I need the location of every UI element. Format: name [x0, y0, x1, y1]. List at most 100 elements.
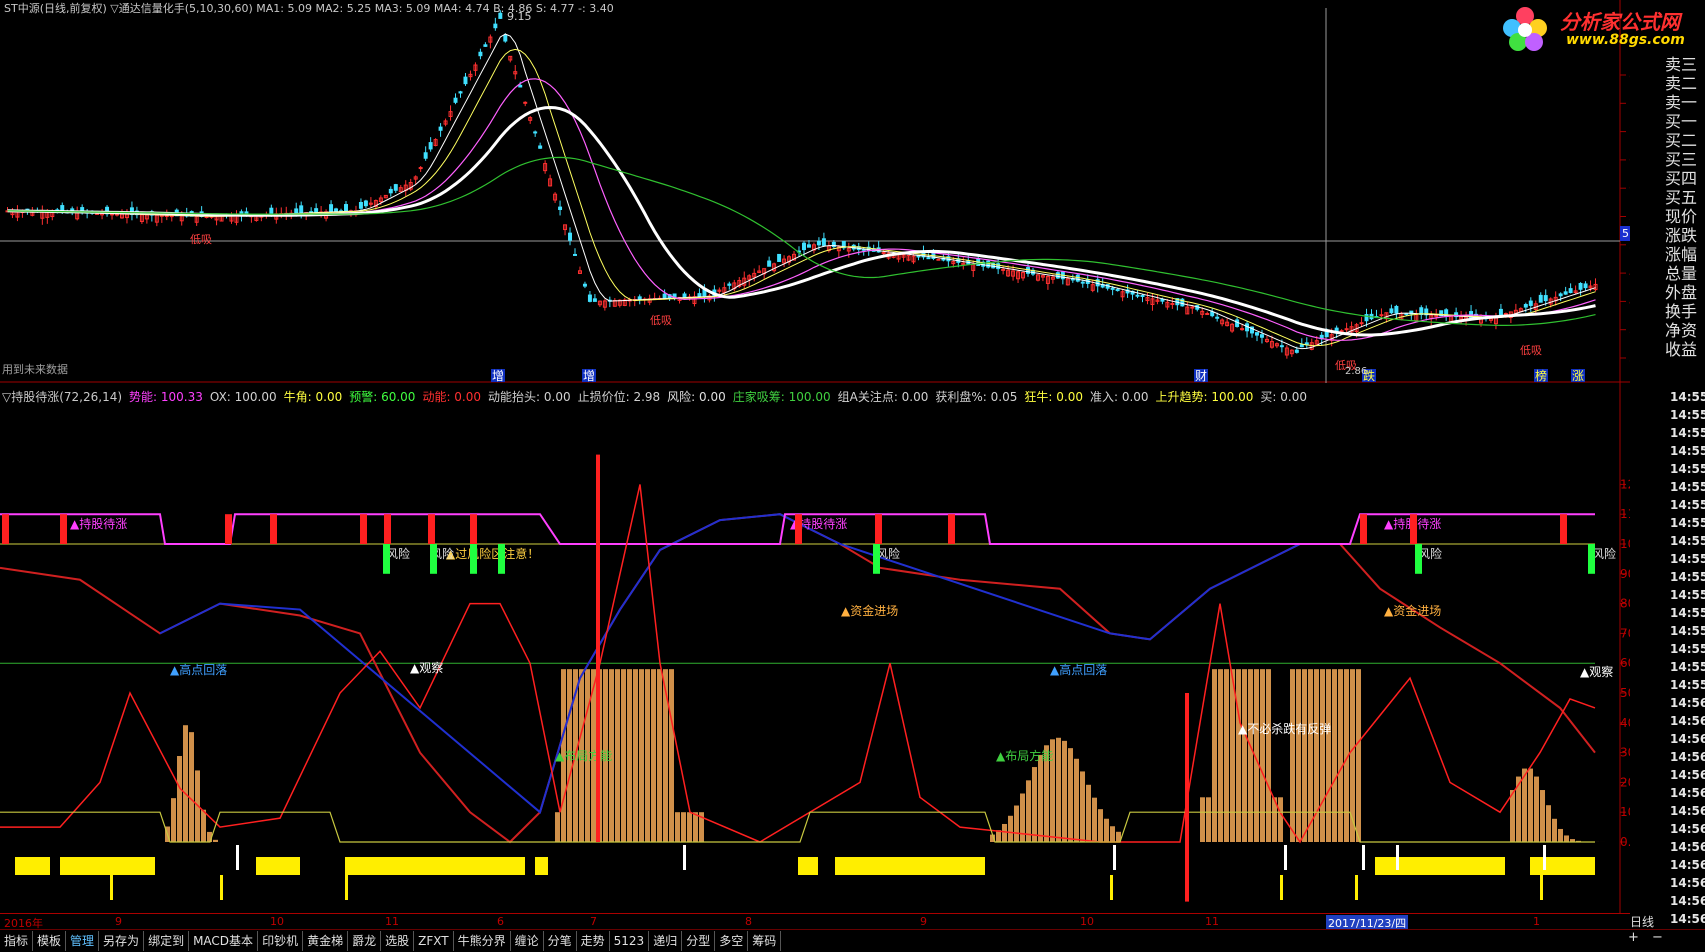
volume-bar	[1338, 669, 1343, 842]
indicator-title: ▽持股待涨(72,26,14)势能: 100.33OX: 100.00牛角: 0…	[2, 388, 1314, 405]
signal-tick	[345, 875, 348, 900]
tab-4[interactable]: 绑定到	[144, 931, 189, 951]
tab-13[interactable]: 分笔	[544, 931, 577, 951]
tab-3[interactable]: 另存为	[99, 931, 144, 951]
event-marker-label: 财	[1195, 369, 1207, 383]
candle-body	[882, 253, 885, 254]
date-label: 9	[115, 915, 122, 928]
volume-bar	[213, 840, 218, 842]
signal-block	[15, 857, 50, 875]
tab-19[interactable]: 筹码	[748, 931, 781, 951]
candle-body	[300, 206, 303, 213]
price-chart[interactable]: 8.007.507.006.506.005.505.004.504.003.50…	[0, 0, 1630, 383]
tab-0[interactable]: 指标	[0, 931, 33, 951]
tab-1[interactable]: 模板	[33, 931, 66, 951]
volume-bar	[1008, 816, 1013, 842]
tab-16[interactable]: 递归	[649, 931, 682, 951]
candlesticks	[6, 10, 1597, 358]
tab-11[interactable]: 牛熊分界	[454, 931, 511, 951]
volume-bar	[1038, 755, 1043, 842]
indicator-annotation: ▲资金进场	[1384, 603, 1441, 618]
tab-17[interactable]: 分型	[682, 931, 715, 951]
order-book-row: 涨跌	[1665, 226, 1705, 245]
candle-body	[315, 209, 318, 213]
tab-8[interactable]: 爵龙	[348, 931, 381, 951]
candle-body	[1504, 314, 1507, 315]
candle-body	[583, 284, 586, 286]
tab-5[interactable]: MACD基本	[189, 931, 258, 951]
order-book-row: 净资	[1665, 321, 1705, 340]
tab-7[interactable]: 黄金梯	[303, 931, 348, 951]
indicator-tick-label: 80.00	[1620, 597, 1630, 611]
indicator-annotation: ▲过风险区注意！	[446, 546, 539, 561]
candle-body	[1116, 290, 1119, 291]
zoom-out-button[interactable]: −	[1652, 930, 1663, 945]
candle-body	[389, 189, 392, 192]
candle-body	[429, 143, 432, 149]
volume-bar	[1224, 669, 1229, 842]
price-tick-label: 7.50	[1629, 96, 1630, 110]
candle-body	[1539, 295, 1542, 302]
volume-bar	[1230, 669, 1235, 842]
candle-body	[539, 146, 542, 148]
indicator-tick-label: 30.00	[1620, 746, 1630, 760]
candle-body	[424, 153, 427, 158]
tab-14[interactable]: 走势	[577, 931, 610, 951]
tick-time: 14:55	[1670, 514, 1705, 532]
volume-bars	[165, 669, 1605, 842]
date-label: 8	[745, 915, 752, 928]
volume-bar	[171, 798, 176, 842]
tab-15[interactable]: 5123	[610, 931, 650, 951]
sell-signal-bar	[270, 514, 277, 544]
price-tick-label: 7.00	[1629, 125, 1630, 139]
indicator-value: 止损价位: 2.98	[578, 390, 661, 404]
signal-tick-white	[1362, 845, 1365, 870]
tick-time: 14:55	[1670, 568, 1705, 586]
candle-body	[1002, 269, 1005, 270]
indicator-labels: ▲持股待涨▲持股待涨▲持股待涨▲资金进场▲资金进场▲高点回落▲高点回落▲观察▲观…	[2, 455, 1616, 902]
indicator-value: 获利盘%: 0.05	[935, 390, 1017, 404]
period-label[interactable]: 日线	[1630, 913, 1654, 930]
tick-time: 14:56	[1670, 730, 1705, 748]
candle-body	[803, 243, 806, 249]
tick-time: 14:56	[1670, 856, 1705, 874]
signal-block	[60, 857, 155, 875]
candle-body	[1241, 329, 1244, 330]
candle-body	[927, 258, 930, 259]
tick-time: 14:55	[1670, 478, 1705, 496]
low-buy-label: 低吸	[650, 314, 672, 327]
candle-body	[454, 98, 457, 102]
indicator-tick-label: 110.00	[1620, 507, 1630, 521]
candle-body	[1141, 296, 1144, 297]
candle-body	[728, 284, 731, 285]
tab-6[interactable]: 印钞机	[258, 931, 303, 951]
tab-12[interactable]: 缠论	[511, 931, 544, 951]
tab-9[interactable]: 选股	[381, 931, 414, 951]
tick-time: 14:55	[1670, 604, 1705, 622]
tab-2[interactable]: 管理	[66, 931, 99, 951]
indicator-value: 庄家吸筹: 100.00	[733, 390, 831, 404]
event-marker-label: 增	[583, 369, 595, 383]
indicator-value: 准入: 0.00	[1090, 390, 1149, 404]
signal-tick	[1355, 875, 1358, 900]
tab-18[interactable]: 多空	[715, 931, 748, 951]
indicator-value: 风险: 0.00	[667, 390, 726, 404]
time-column: 14:5514:5514:5514:5514:5514:5514:5514:55…	[1670, 388, 1705, 946]
indicator-value: 买: 0.00	[1260, 390, 1307, 404]
volume-bar	[633, 669, 638, 842]
volume-bar	[1326, 669, 1331, 842]
tick-time: 14:55	[1670, 442, 1705, 460]
indicator-tick-label: 50.00	[1620, 686, 1630, 700]
order-book-panel: 卖三卖二卖一买一买二买三买四买五现价涨跌涨幅总量外盘换手净资收益	[1665, 55, 1705, 359]
tab-10[interactable]: ZFXT	[414, 931, 453, 951]
indicator-chart[interactable]: 120.00110.00100.0090.0080.0070.0060.0050…	[0, 383, 1630, 913]
sell-signal-bar	[875, 514, 882, 544]
candle-body	[504, 36, 507, 41]
buy-signal-bar	[470, 544, 477, 574]
volume-bar	[621, 669, 626, 842]
candle-body	[574, 254, 577, 255]
signal-tick-white	[1396, 845, 1399, 870]
indicator-value: 势能: 100.33	[129, 390, 203, 404]
sell-signal-bar	[470, 514, 477, 544]
zoom-in-button[interactable]: +	[1628, 930, 1639, 945]
